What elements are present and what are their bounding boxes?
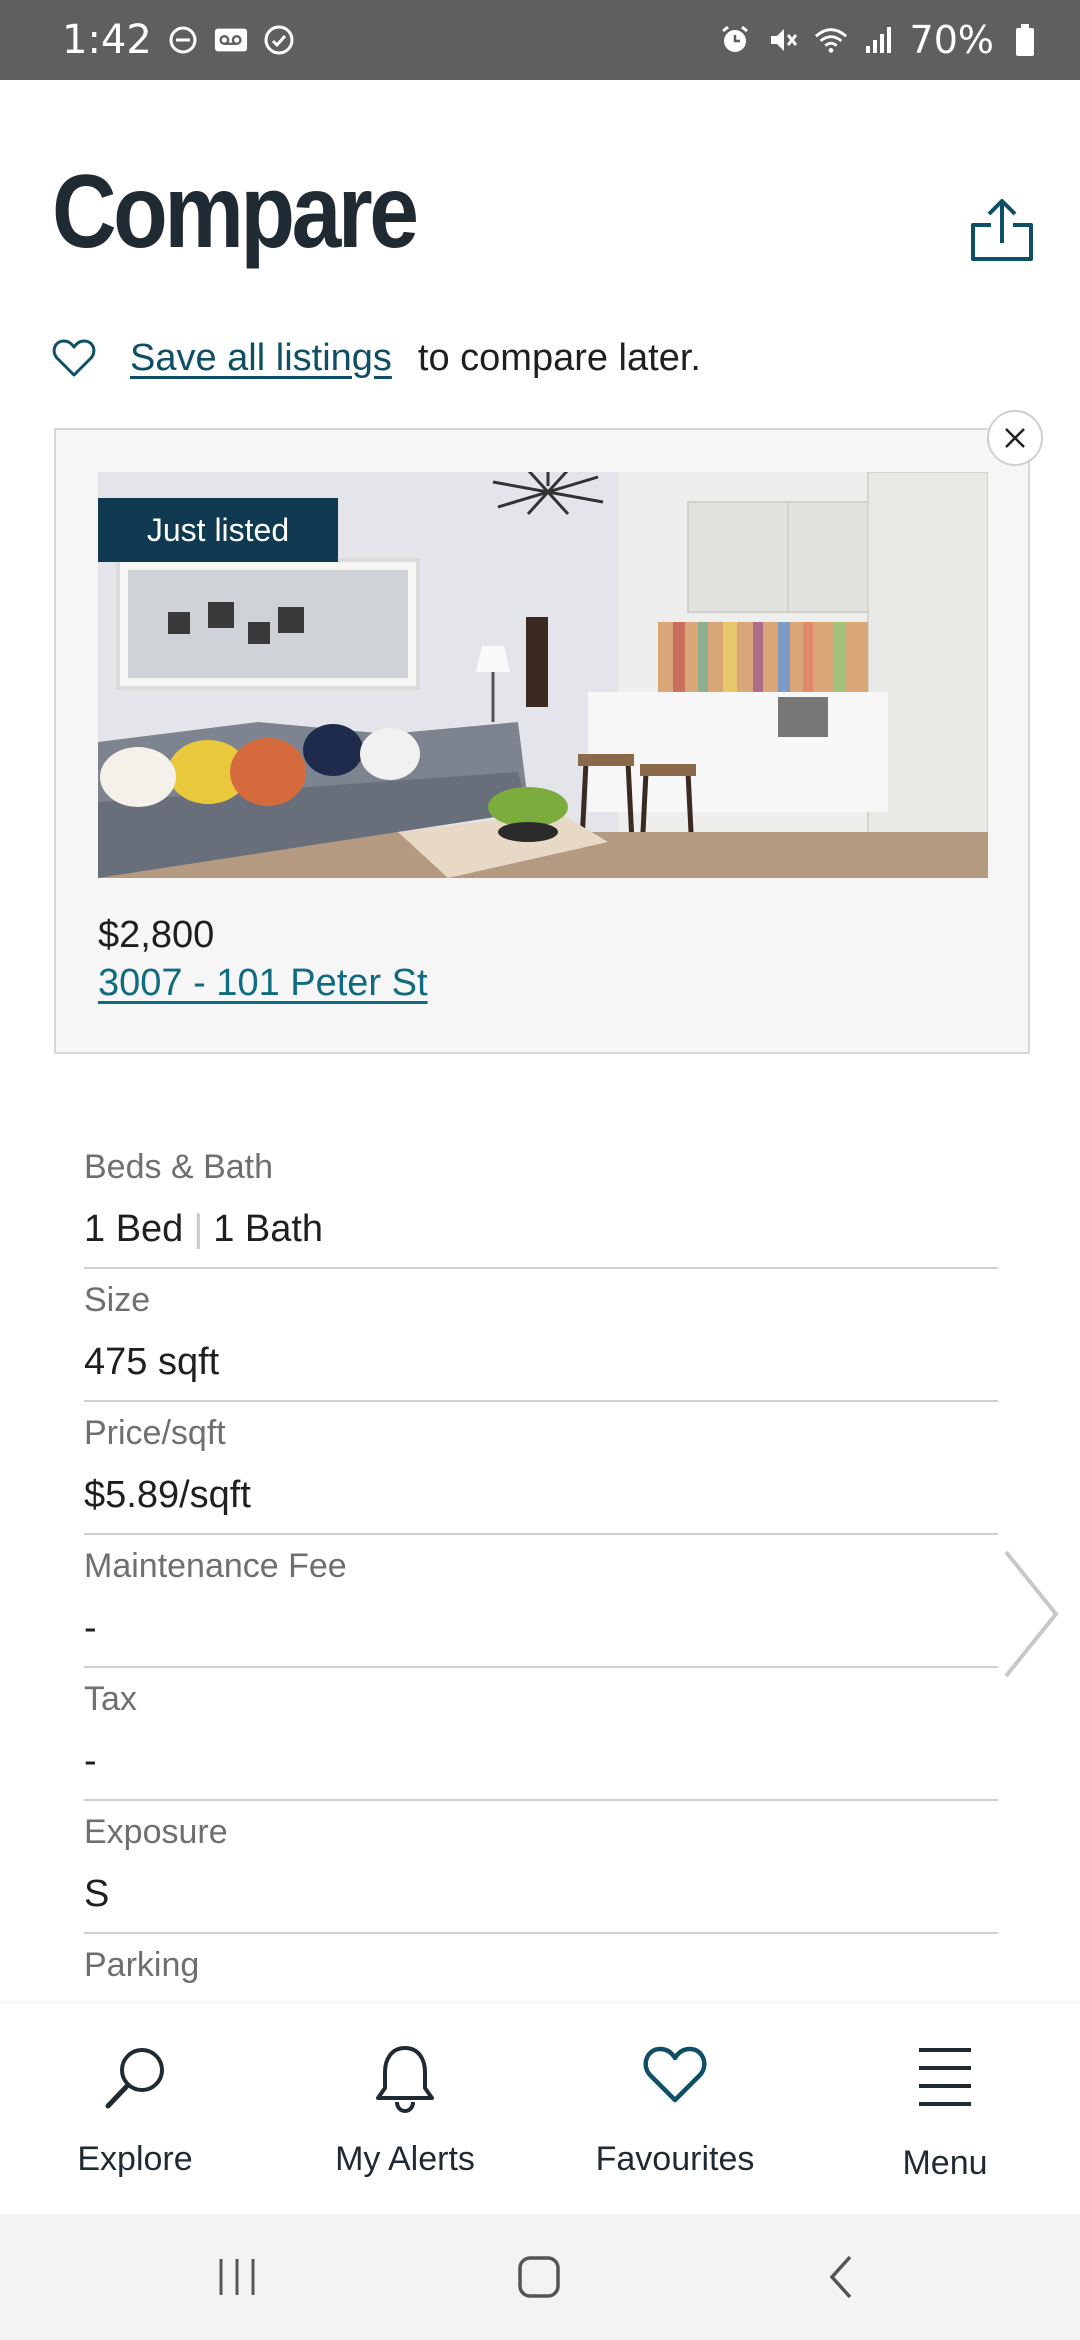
nav-my-alerts[interactable]: My Alerts	[270, 2004, 540, 2214]
listing-card[interactable]: Just listed $2,800 3007 - 101 Peter St	[54, 428, 1030, 1054]
bell-icon	[270, 2044, 540, 2114]
bath-value: 1 Bath	[213, 1208, 324, 1250]
detail-label: Size	[84, 1281, 151, 1319]
detail-row-maintenance: Maintenance Fee -	[84, 1535, 998, 1668]
beds-value: 1 Bed	[84, 1208, 184, 1250]
nav-menu[interactable]: Menu	[810, 2004, 1080, 2214]
back-icon	[829, 2255, 852, 2299]
status-right: 70%	[718, 0, 1042, 80]
hamburger-menu-icon	[810, 2044, 1080, 2114]
separator: |	[193, 1208, 204, 1250]
sync-icon	[262, 23, 296, 57]
detail-label: Exposure	[84, 1813, 228, 1851]
page-title: Compare	[52, 154, 419, 270]
voicemail-icon	[214, 23, 248, 57]
wifi-icon	[814, 23, 848, 57]
nav-favourites[interactable]: Favourites	[540, 2004, 810, 2214]
nav-explore[interactable]: Explore	[0, 2004, 270, 2214]
save-prompt-text: to compare later.	[417, 336, 701, 379]
detail-value: -	[84, 1607, 97, 1649]
listing-address-link[interactable]: 3007 - 101 Peter St	[98, 962, 428, 1005]
remove-listing-button[interactable]	[987, 410, 1043, 466]
close-icon	[1005, 428, 1025, 448]
heart-icon	[540, 2044, 810, 2114]
nav-label: Favourites	[595, 2140, 755, 2178]
share-button[interactable]	[964, 190, 1040, 270]
listing-price: $2,800	[98, 914, 215, 956]
chevron-right-icon	[1004, 1550, 1059, 1678]
status-left: 1:42	[62, 0, 296, 80]
detail-label: Price/sqft	[84, 1414, 226, 1452]
battery-icon	[1008, 23, 1042, 57]
search-icon	[0, 2044, 270, 2114]
recent-apps-icon	[219, 2259, 255, 2295]
detail-row-exposure: Exposure S	[84, 1801, 998, 1934]
detail-row-size: Size 475 sqft	[84, 1269, 998, 1402]
status-time: 1:42	[62, 17, 152, 63]
system-nav-bar	[0, 2214, 1080, 2340]
listing-details: Beds & Bath 1 Bed | 1 Bath Size 475 sqft P…	[84, 1136, 998, 2067]
next-listing-button[interactable]	[998, 1546, 1062, 1682]
nav-label: Explore	[77, 2140, 193, 2178]
alarm-icon	[718, 23, 752, 57]
nav-label: Menu	[902, 2144, 988, 2182]
nav-label: My Alerts	[335, 2140, 475, 2178]
home-button[interactable]	[494, 2242, 584, 2312]
detail-value: -	[84, 1740, 97, 1782]
status-bar: 1:42 70%	[0, 0, 1080, 80]
detail-label: Beds & Bath	[84, 1148, 274, 1186]
detail-value: $5.89/sqft	[84, 1474, 251, 1516]
just-listed-badge: Just listed	[98, 498, 338, 562]
detail-label: Parking	[84, 1946, 200, 1984]
detail-label: Tax	[84, 1680, 137, 1718]
home-icon	[518, 2256, 560, 2298]
battery-percent: 70%	[909, 18, 994, 62]
recent-apps-button[interactable]	[192, 2242, 282, 2312]
save-prompt: Save all listings to compare later.	[52, 330, 701, 386]
detail-row-price-sqft: Price/sqft $5.89/sqft	[84, 1402, 998, 1535]
share-icon	[971, 199, 1033, 261]
heart-outline-icon	[52, 336, 96, 380]
mute-icon	[766, 23, 800, 57]
detail-label: Maintenance Fee	[84, 1547, 347, 1585]
do-not-disturb-icon	[166, 23, 200, 57]
detail-value: 1 Bed | 1 Bath	[84, 1208, 323, 1251]
detail-row-beds-bath: Beds & Bath 1 Bed | 1 Bath	[84, 1136, 998, 1269]
detail-row-tax: Tax -	[84, 1668, 998, 1801]
back-button[interactable]	[796, 2242, 886, 2312]
detail-value: 475 sqft	[84, 1341, 220, 1383]
bottom-nav: Explore My Alerts Favourites Menu	[0, 2004, 1080, 2214]
listing-photo[interactable]: Just listed	[98, 472, 988, 878]
save-all-listings-link[interactable]: Save all listings	[130, 337, 392, 380]
detail-value: S	[84, 1873, 110, 1915]
signal-icon	[862, 23, 896, 57]
